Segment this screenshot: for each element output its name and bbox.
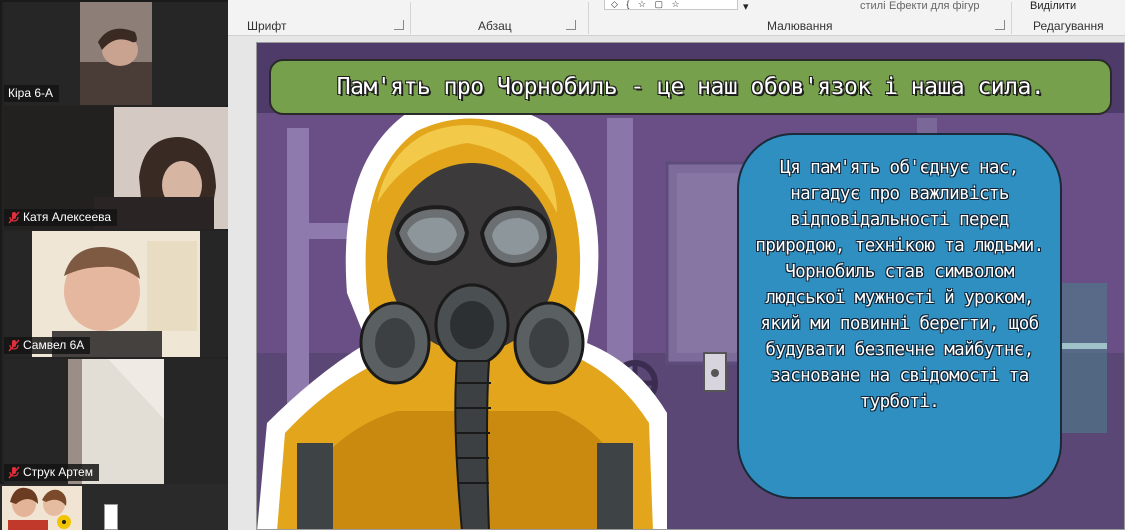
shape-effects-button[interactable]: Ефекти для фігур <box>889 0 980 12</box>
shapes-gallery[interactable]: ◇ { ☆ ▢ ☆ <box>604 0 738 10</box>
quick-styles-button[interactable]: стилі <box>860 0 886 12</box>
mic-off-icon <box>8 339 20 352</box>
slide-title: Пам'ять про Чорнобиль - це наш обов'язок… <box>336 74 1045 100</box>
participant-tile[interactable]: Самвел 6А <box>4 231 228 357</box>
ribbon-group-font: Шрифт <box>247 19 287 33</box>
video-participants-panel: Кіра 6-А Катя Алексеева Самвел 6А Струк … <box>0 0 228 484</box>
participant-tile[interactable]: Кіра 6-А <box>4 2 228 105</box>
mic-off-icon <box>8 211 20 224</box>
participant-name-label: Струк Артем <box>4 464 99 481</box>
participant-name-label: Катя Алексеева <box>4 209 118 226</box>
app-window: Шрифт Абзац ◇ { ☆ ▢ ☆ ▾ стилі Ефекти для… <box>0 0 1125 530</box>
participant-name-label: Самвел 6А <box>4 337 91 354</box>
ribbon-separator <box>410 2 411 34</box>
ribbon-group-paragraph: Абзац <box>478 19 512 33</box>
participant-tile[interactable]: Струк Артем <box>4 359 228 484</box>
participant-name: Кіра 6-А <box>8 86 54 100</box>
slide[interactable]: Пам'ять про Чорнобиль - це наш обов'язок… <box>256 42 1125 530</box>
ribbon-separator <box>1011 2 1012 34</box>
ribbon: Шрифт Абзац ◇ { ☆ ▢ ☆ ▾ стилі Ефекти для… <box>228 0 1125 36</box>
paragraph-dialog-launcher[interactable] <box>566 20 576 30</box>
text-bubble[interactable]: Ця пам'ять об'єднує нас, нагадує про важ… <box>737 133 1062 499</box>
participant-name: Самвел 6А <box>23 338 85 352</box>
participant-tile[interactable]: Катя Алексеева <box>4 107 228 229</box>
slide-title-banner[interactable]: Пам'ять про Чорнобиль - це наш обов'язок… <box>269 59 1112 115</box>
participant-video <box>80 2 152 105</box>
participant-name: Струк Артем <box>23 465 93 479</box>
ribbon-group-drawing: Малювання <box>767 19 833 33</box>
ribbon-separator <box>588 2 589 34</box>
participant-name: Катя Алексеева <box>23 210 112 224</box>
ribbon-group-editing: Редагування <box>1033 19 1104 33</box>
select-button[interactable]: Виділити <box>1030 0 1076 12</box>
drawing-dialog-launcher[interactable] <box>995 20 1005 30</box>
font-dialog-launcher[interactable] <box>394 20 404 30</box>
app-thumbnail[interactable] <box>2 486 82 530</box>
bubble-text: Ця пам'ять об'єднує нас, нагадує про важ… <box>755 158 1044 412</box>
thumbnail-scroll-handle[interactable] <box>104 504 118 530</box>
thumbnail-image <box>2 486 82 530</box>
participant-name-label: Кіра 6-А <box>4 85 60 102</box>
gallery-scroll-icon[interactable]: ▾ <box>743 0 749 13</box>
mic-off-icon <box>8 466 20 479</box>
